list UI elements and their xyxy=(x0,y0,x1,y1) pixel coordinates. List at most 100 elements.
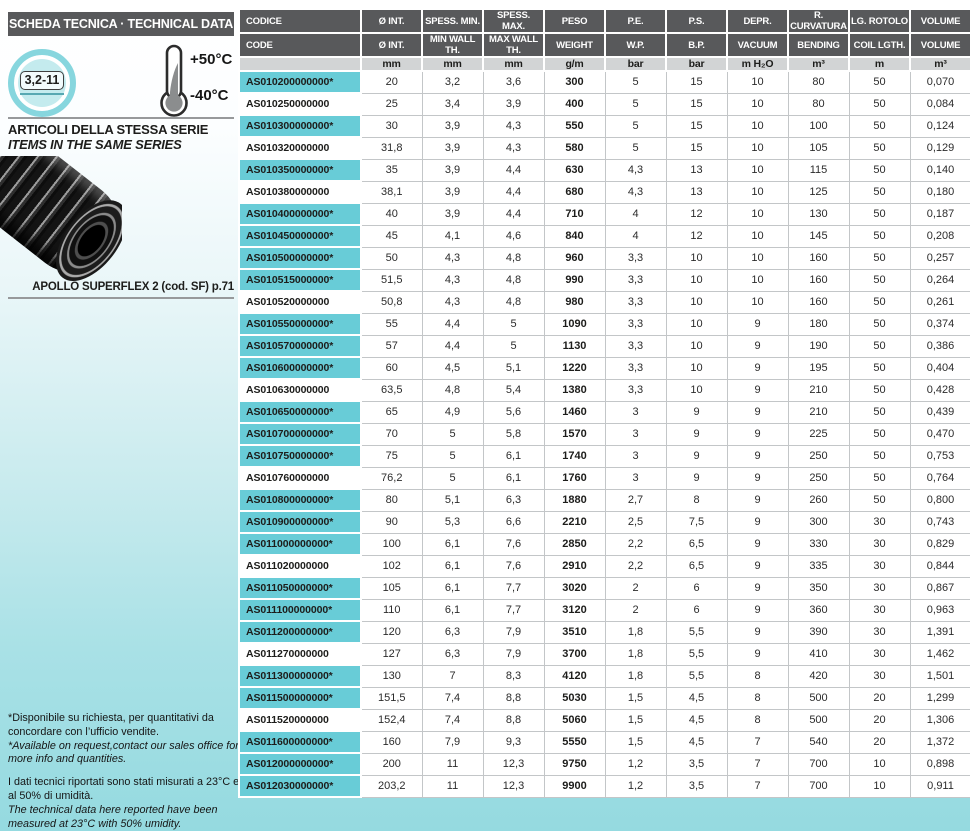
value-cell: 1,8 xyxy=(604,642,667,666)
hose-body-art xyxy=(0,156,122,292)
value-cell: 10 xyxy=(665,334,728,358)
footnotes: *Disponibile su richiesta, per quantitat… xyxy=(8,712,242,831)
value-cell: 60 xyxy=(360,356,423,380)
value-cell: 5 xyxy=(421,422,484,446)
value-cell: 260 xyxy=(787,488,850,512)
value-cell: 3,5 xyxy=(665,752,728,776)
temp-min-label: -40°C xyxy=(190,87,229,104)
value-cell: 13 xyxy=(665,158,728,182)
value-cell: 710 xyxy=(543,202,606,226)
value-cell: 5 xyxy=(604,114,667,138)
value-cell: 160 xyxy=(360,730,423,754)
value-cell: 2,7 xyxy=(604,488,667,512)
value-cell: 0,124 xyxy=(909,114,970,138)
value-cell: 80 xyxy=(787,92,850,116)
value-cell: 45 xyxy=(360,224,423,248)
value-cell: 100 xyxy=(787,114,850,138)
value-cell: 70 xyxy=(360,422,423,446)
code-cell: AS011300000000* xyxy=(238,664,362,688)
value-cell: 10 xyxy=(848,752,911,776)
value-cell: 50 xyxy=(848,466,911,490)
value-cell: 840 xyxy=(543,224,606,248)
value-cell: 7,4 xyxy=(421,708,484,732)
value-cell: 5,8 xyxy=(482,422,545,446)
value-cell: 130 xyxy=(787,202,850,226)
table-row: AS010200000000* 20 3,2 3,6 300 5 15 10 80 50 0,070 xyxy=(238,70,970,94)
value-cell: 0,470 xyxy=(909,422,970,446)
value-cell: 30 xyxy=(848,664,911,688)
value-cell: 5 xyxy=(421,466,484,490)
code-cell: AS010320000000 xyxy=(238,136,362,160)
table-row: AS010400000000* 40 3,9 4,4 710 4 12 10 130 50 0,18… xyxy=(238,202,970,226)
value-cell: 9 xyxy=(726,400,789,424)
value-cell: 1740 xyxy=(543,444,606,468)
value-cell: 1,2 xyxy=(604,752,667,776)
value-cell: 55 xyxy=(360,312,423,336)
value-cell: 1,5 xyxy=(604,708,667,732)
value-cell: 3 xyxy=(604,444,667,468)
series-title-en: ITEMS IN THE SAME SERIES xyxy=(8,137,182,152)
value-cell: 30 xyxy=(848,576,911,600)
code-cell: AS011500000000* xyxy=(238,686,362,710)
value-cell: 3,3 xyxy=(604,334,667,358)
table-row: AS010700000000* 70 5 5,8 1570 3 9 9 225 50 0,470 xyxy=(238,422,970,446)
value-cell: 7,9 xyxy=(482,642,545,666)
value-cell: 30 xyxy=(848,510,911,534)
value-cell: 160 xyxy=(787,268,850,292)
value-cell: 6,3 xyxy=(421,620,484,644)
value-cell: 9 xyxy=(726,642,789,666)
value-cell: 12,3 xyxy=(482,752,545,776)
value-cell: 5,3 xyxy=(421,510,484,534)
value-cell: 0,404 xyxy=(909,356,970,380)
value-cell: 0,070 xyxy=(909,70,970,94)
value-cell: 11 xyxy=(421,752,484,776)
value-cell: 5 xyxy=(421,444,484,468)
code-cell: AS011200000000* xyxy=(238,620,362,644)
column-header: VOLUME xyxy=(909,8,970,34)
value-cell: 195 xyxy=(787,356,850,380)
table-row: AS010760000000 76,2 5 6,1 1760 3 9 9 250 50 0,764 xyxy=(238,466,970,490)
value-cell: 0,764 xyxy=(909,466,970,490)
value-cell: 10 xyxy=(665,290,728,314)
value-cell: 4,3 xyxy=(421,290,484,314)
table-row: AS010250000000 25 3,4 3,9 400 5 15 10 80 50 0,084 xyxy=(238,92,970,116)
header-row: CODICE Ø INT. SPESS. MIN. SPESS. MAX. PESO P.… xyxy=(238,8,970,34)
value-cell: 8,8 xyxy=(482,686,545,710)
value-cell: 9 xyxy=(726,510,789,534)
footnote-availability-en: *Available on request,contact our sales … xyxy=(8,739,239,766)
value-cell: 2 xyxy=(604,576,667,600)
value-cell: 335 xyxy=(787,554,850,578)
value-cell: 57 xyxy=(360,334,423,358)
value-cell: 7 xyxy=(726,730,789,754)
value-cell: 4,4 xyxy=(482,202,545,226)
value-cell: 3,5 xyxy=(665,774,728,798)
value-cell: 15 xyxy=(665,70,728,94)
thermometer-icon xyxy=(158,44,190,123)
column-header: WEIGHT xyxy=(543,32,606,58)
value-cell: 4,3 xyxy=(421,268,484,292)
value-cell: 9,3 xyxy=(482,730,545,754)
value-cell: 1,462 xyxy=(909,642,970,666)
value-cell: 8,8 xyxy=(482,708,545,732)
footnote-measured-it: I dati tecnici riportati sono stati misu… xyxy=(8,776,240,803)
value-cell: 10 xyxy=(665,312,728,336)
value-cell: 500 xyxy=(787,686,850,710)
value-cell: 20 xyxy=(848,708,911,732)
code-cell: AS010300000000* xyxy=(238,114,362,138)
value-cell: 540 xyxy=(787,730,850,754)
value-cell: 4,5 xyxy=(665,730,728,754)
value-cell: 2 xyxy=(604,598,667,622)
value-cell: 100 xyxy=(360,532,423,556)
table-row: AS011520000000 152,4 7,4 8,8 5060 1,5 4,5 8 500 2… xyxy=(238,708,970,732)
value-cell: 225 xyxy=(787,422,850,446)
value-cell: 12 xyxy=(665,202,728,226)
value-cell: 330 xyxy=(787,532,850,556)
value-cell: 50 xyxy=(848,312,911,336)
value-cell: 980 xyxy=(543,290,606,314)
value-cell: 3 xyxy=(604,400,667,424)
value-cell: 1570 xyxy=(543,422,606,446)
code-cell: AS010350000000* xyxy=(238,158,362,182)
code-cell: AS010550000000* xyxy=(238,312,362,336)
value-cell: 6,5 xyxy=(665,554,728,578)
value-cell: 1760 xyxy=(543,466,606,490)
